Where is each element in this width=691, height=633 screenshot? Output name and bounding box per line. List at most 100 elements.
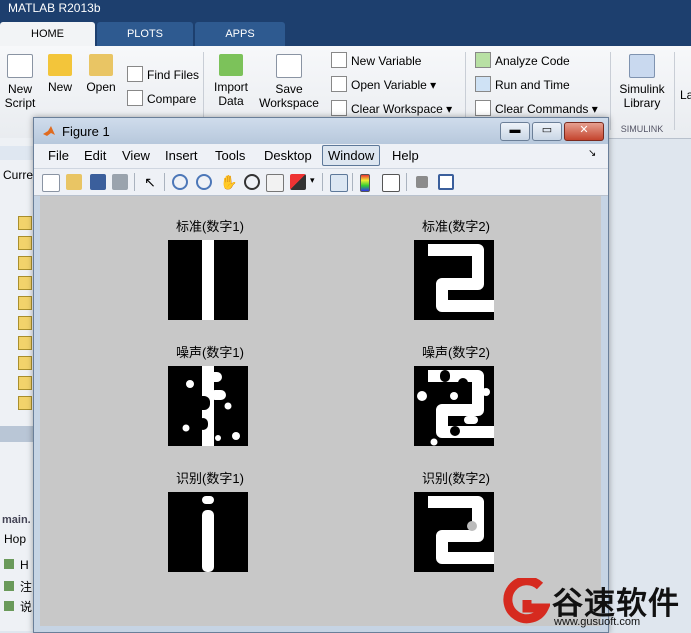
minimize-button[interactable]: ▬ [500,122,530,141]
address-bar[interactable] [0,146,34,160]
brush-icon[interactable] [290,174,306,190]
minimize-icon: ▬ [509,124,521,136]
analyze-code-button[interactable]: Analyze Code [475,52,570,70]
rotate-3d-icon[interactable] [244,174,260,190]
import-data-button[interactable]: Import Data [210,54,252,108]
open-label: Open [86,80,116,94]
standard-digit-1-image [168,240,248,320]
folder-icon [89,54,113,76]
chevron-down-icon: ▾ [446,102,453,116]
subplot-title: 识别(数字1) [176,471,244,486]
noisy-digit-2-image [414,366,494,446]
open-variable-label: Open Variable [351,78,427,92]
clear-workspace-icon [331,100,347,116]
details-item-partial: H [4,558,29,572]
chevron-down-icon[interactable]: ▾ [310,175,315,186]
save-workspace-icon [276,54,302,78]
new-button[interactable]: New [44,54,76,94]
menu-insert[interactable]: Insert [165,148,198,163]
plus-icon [48,54,72,76]
matlab-logo-icon [43,126,55,136]
figure-toolbar: ↖ ✋ ▾ [34,169,608,196]
zoom-in-icon[interactable] [172,174,188,190]
open-button[interactable]: Open [84,54,118,94]
hide-plot-tools-icon[interactable] [416,176,428,188]
ribbon-divider [610,52,611,130]
clear-workspace-button[interactable]: Clear Workspace ▾ [331,100,452,118]
save-icon[interactable] [90,174,106,190]
compare-icon [127,90,143,106]
new-script-icon [7,54,33,78]
folder-file-icon[interactable] [18,296,32,310]
data-cursor-icon[interactable] [266,174,284,192]
app-title: MATLAB R2013b [8,1,101,15]
folder-file-icon[interactable] [18,216,32,230]
pointer-icon[interactable]: ↖ [142,174,158,190]
tab-plots[interactable]: PLOTS [97,22,193,46]
menu-help[interactable]: Help [392,148,419,163]
new-variable-button[interactable]: New Variable [331,52,421,70]
pan-hand-icon[interactable]: ✋ [220,174,237,190]
details-item-text: H [20,558,29,572]
print-icon[interactable] [112,174,128,190]
clear-commands-icon [475,100,491,116]
maximize-button[interactable]: ▭ [532,122,562,141]
menu-file[interactable]: File [48,148,69,163]
new-label: New [47,80,72,94]
save-workspace-button[interactable]: Save Workspace [258,54,320,110]
noisy-digit-1-image [168,366,248,446]
watermark-url: www.gusuoft.com [554,616,641,628]
recognized-digit-2-image [414,492,494,572]
menu-view[interactable]: View [122,148,150,163]
show-plot-tools-icon[interactable] [438,174,454,190]
folder-file-icon[interactable] [18,276,32,290]
details-heading-partial: Hop [4,532,27,546]
open-variable-button[interactable]: Open Variable ▾ [331,76,436,94]
close-button[interactable]: ✕ [564,122,604,141]
layout-button-partial[interactable]: La [680,88,691,102]
simulink-library-button[interactable]: Simulink Library [614,54,670,110]
folder-file-icon[interactable] [18,336,32,350]
toolbar-separator [322,173,323,191]
folder-file-icon[interactable] [18,236,32,250]
simulink-group-label: SIMULINK [620,124,664,134]
subplot-title: 噪声(数字1) [176,345,244,360]
details-item-partial: 说 [4,598,32,615]
folder-file-icon[interactable] [18,356,32,370]
find-files-label: Find Files [147,68,200,82]
tab-apps[interactable]: APPS [195,22,285,46]
current-folder-panel: Curre main. Hop H 注 说 [0,138,34,631]
find-files-button[interactable]: Find Files [127,66,199,84]
details-item-partial: 注 [4,578,32,595]
figure-window: Figure 1 ▬ ▭ ✕ File Edit View Insert Too… [33,117,609,633]
menu-edit[interactable]: Edit [84,148,106,163]
folder-file-icon[interactable] [18,256,32,270]
new-script-button[interactable]: New Script [2,54,38,110]
zoom-out-icon[interactable] [196,174,212,190]
colorbar-icon[interactable] [360,174,370,192]
legend-icon[interactable] [382,174,400,192]
open-file-icon[interactable] [66,174,82,190]
new-variable-label: New Variable [351,54,422,68]
folder-file-icon[interactable] [18,376,32,390]
compare-button[interactable]: Compare [127,90,196,108]
menu-desktop[interactable]: Desktop [264,148,312,163]
watermark-g-icon [503,578,550,624]
chevron-down-icon: ▾ [430,78,437,92]
menu-window[interactable]: Window [322,145,381,166]
dock-arrow-icon[interactable]: ↘ [588,148,596,159]
tab-home[interactable]: HOME [0,22,95,46]
clear-commands-button[interactable]: Clear Commands ▾ [475,100,598,118]
details-item-text: 说 [20,600,33,614]
chevron-down-icon: ▾ [591,102,598,116]
menu-tools[interactable]: Tools [215,148,245,163]
folder-file-icon[interactable] [18,316,32,330]
subplot-title: 标准(数字1) [176,219,244,234]
run-and-time-button[interactable]: Run and Time [475,76,570,94]
selected-file-row[interactable] [0,426,34,442]
link-plot-icon[interactable] [330,174,348,192]
figure-title-bar[interactable]: Figure 1 ▬ ▭ ✕ [34,118,608,144]
new-figure-icon[interactable] [42,174,60,192]
new-variable-icon [331,52,347,68]
folder-file-icon[interactable] [18,396,32,410]
